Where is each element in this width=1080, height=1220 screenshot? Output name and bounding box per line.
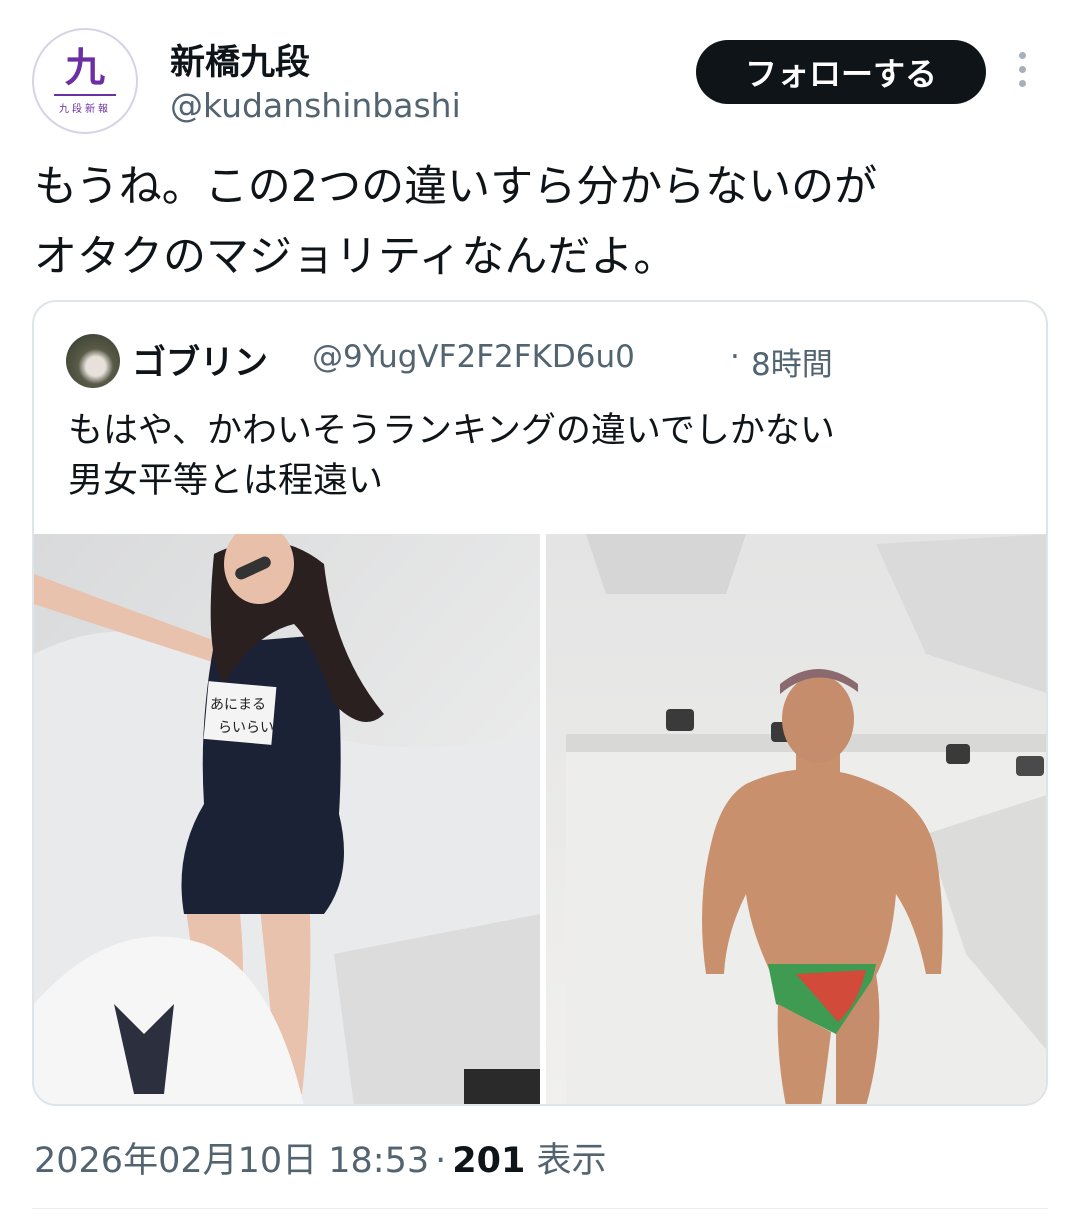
tweet-timestamp[interactable]: 2026年02月10日 18:53 (34, 1141, 429, 1181)
quoted-tweet-text: もはや、かわいそうランキングの違いでしかない 男女平等とは程遠い (68, 411, 835, 501)
quoted-time[interactable]: 8時間 (751, 339, 833, 384)
avatar-rule (54, 93, 116, 96)
quoted-photo-left[interactable]: あにまる らいらい (34, 534, 540, 1104)
name-tag-line2: らいらい (218, 720, 274, 736)
meta-separator: · (435, 1141, 447, 1181)
tweet-meta: 2026年02月10日 18:53 · 201 表示 (34, 1132, 607, 1183)
tweet-text: もうね。この2つの違いすら分からないのが オタクのマジョリティなんだよ。 (34, 162, 878, 282)
quoted-photo-right[interactable] (546, 534, 1046, 1104)
follow-button[interactable]: フォローする (696, 40, 986, 104)
quoted-author-name[interactable]: ゴブリン (132, 335, 268, 384)
name-tag-line1: あにまる (210, 697, 266, 713)
quoted-tweet-card[interactable]: ゴブリン @9YugVF2F2FKD6u0 · 8時間 もはや、かわいそうランキ… (32, 300, 1048, 1106)
quoted-author-avatar[interactable] (66, 334, 120, 388)
author-handle[interactable]: @kudanshinbashi (170, 86, 461, 125)
avatar-kanji: 九 (65, 44, 105, 91)
divider (32, 1208, 1048, 1209)
avatar-subtitle: 九段新報 (59, 103, 111, 115)
author-display-name[interactable]: 新橋九段 (170, 34, 310, 85)
quoted-separator: · (730, 339, 740, 375)
view-count: 201 (452, 1141, 526, 1181)
view-label: 表示 (536, 1141, 607, 1181)
quoted-author-handle[interactable]: @9YugVF2F2FKD6u0 (312, 339, 635, 375)
more-vertical-icon[interactable] (1012, 52, 1032, 94)
author-avatar[interactable]: 九 九段新報 (32, 28, 138, 134)
